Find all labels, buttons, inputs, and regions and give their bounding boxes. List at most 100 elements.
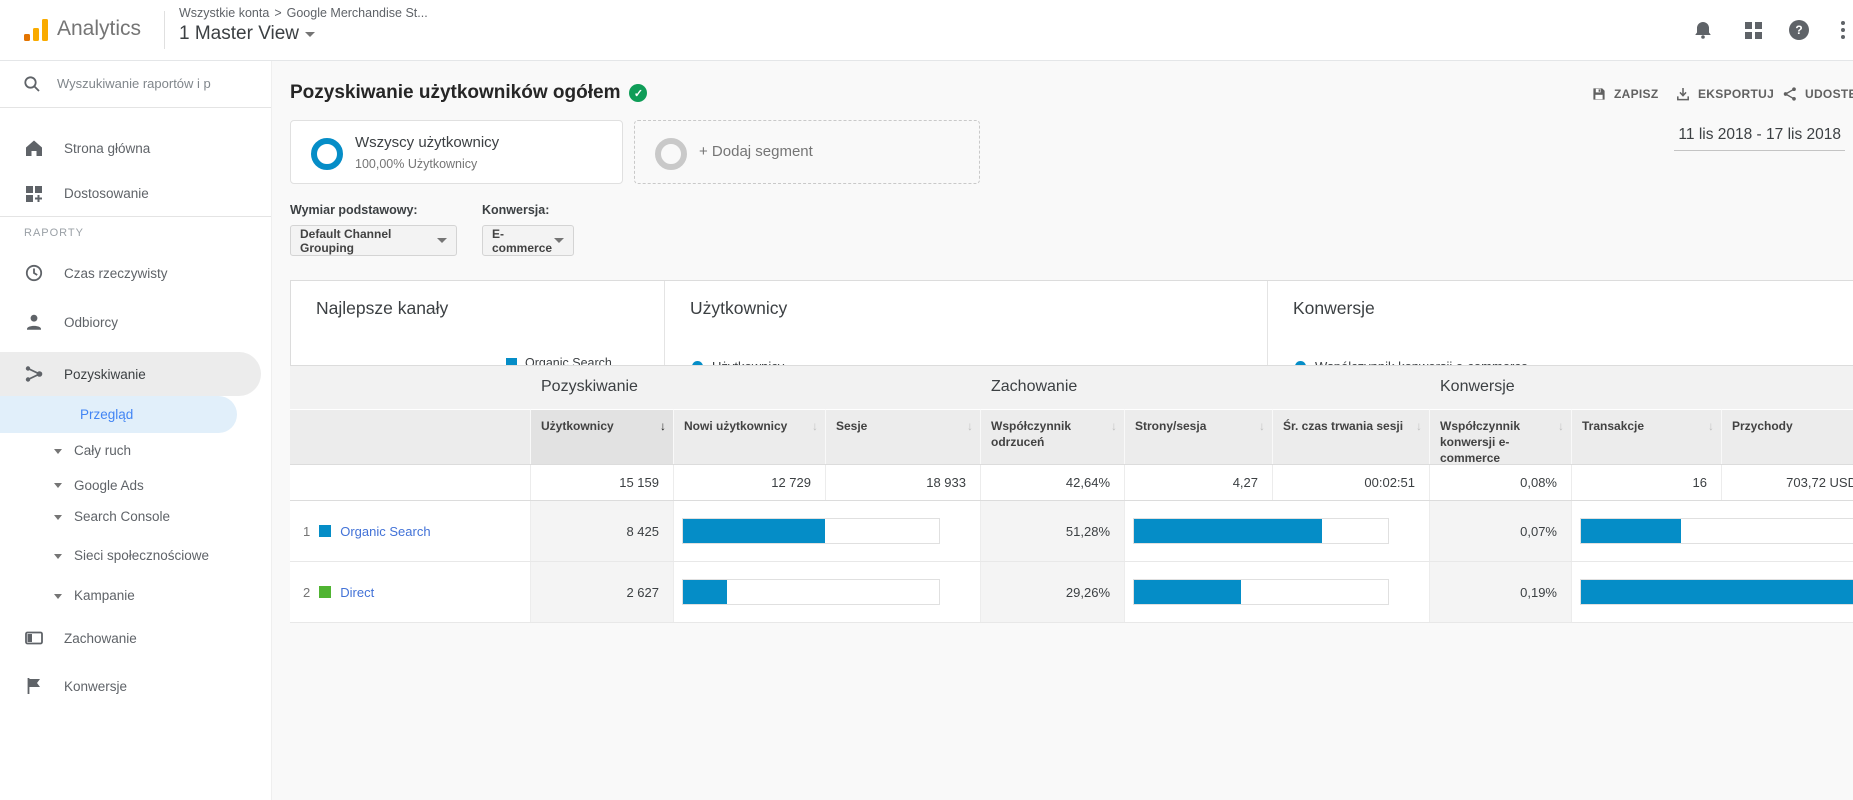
- sidebar-item-label: Sieci społecznościowe: [74, 548, 210, 564]
- column-header-revenue[interactable]: Przychody↓: [1722, 409, 1853, 464]
- sort-icon: ↓: [1708, 419, 1714, 433]
- behavior-bar: [1134, 580, 1241, 604]
- apps-grid-button[interactable]: [1740, 17, 1766, 43]
- row-rank: 1: [303, 523, 311, 539]
- conversion-rate-value: 0,07%: [1430, 501, 1572, 561]
- page-title: Pozyskiwanie użytkowników ogółem ✓: [290, 82, 648, 104]
- channel-link[interactable]: Organic Search: [340, 524, 430, 539]
- channel-column-header: [290, 409, 531, 464]
- sidebar-item-behavior[interactable]: Zachowanie: [0, 614, 271, 662]
- sidebar-section-reports: RAPORTY: [0, 216, 271, 249]
- column-header-new-users[interactable]: Nowi użytkownicy ↓: [674, 409, 826, 464]
- total-pages-session: 4,27: [1125, 465, 1273, 500]
- sidebar-item-label: Pozyskiwanie: [64, 366, 146, 382]
- add-segment-button[interactable]: + Dodaj segment: [634, 120, 980, 184]
- column-header-bounce-rate[interactable]: Współczynnik odrzuceń ↓: [981, 409, 1125, 464]
- save-button[interactable]: ZAPISZ: [1591, 86, 1658, 102]
- segment-all-users[interactable]: Wszyscy użytkownicy 100,00% Użytkownicy: [290, 120, 623, 184]
- sidebar-item-acquisition[interactable]: Pozyskiwanie: [0, 352, 261, 396]
- main-content: Pozyskiwanie użytkowników ogółem ✓ ZAPIS…: [271, 60, 1853, 800]
- acquisition-icon: [25, 366, 43, 382]
- channels-table: Pozyskiwanie Zachowanie Konwersje Użytko…: [290, 365, 1853, 623]
- sidebar-item-label: Konwersje: [64, 678, 128, 694]
- flag-icon: [27, 678, 40, 694]
- sidebar-item-all-traffic[interactable]: Cały ruch: [0, 433, 271, 469]
- triangle-down-icon: [54, 514, 62, 520]
- users-bar-cell: [674, 501, 981, 561]
- column-header-avg-duration[interactable]: Śr. czas trwania sesji ↓: [1273, 409, 1430, 464]
- sidebar-item-search-console[interactable]: Search Console: [0, 502, 271, 532]
- sidebar-item-audience[interactable]: Odbiorcy: [0, 297, 271, 347]
- column-header-sessions[interactable]: Sesje ↓: [826, 409, 981, 464]
- date-range-selector[interactable]: 11 lis 2018 - 17 lis 2018: [1674, 126, 1845, 151]
- share-label: UDOSTĘPNIJ: [1805, 87, 1853, 101]
- home-icon: [26, 140, 42, 156]
- table-totals-row: 15 159 12 729 18 933 42,64% 4,27 00:02:5…: [290, 464, 1853, 501]
- chevron-down-icon: [554, 238, 564, 243]
- sidebar-item-realtime[interactable]: Czas rzeczywisty: [0, 249, 271, 297]
- conversions-bar-cell: [1572, 562, 1853, 622]
- users-value: 2 627: [531, 562, 674, 622]
- conversion-select[interactable]: E-commerce: [482, 225, 574, 256]
- share-icon: [1783, 87, 1796, 101]
- pie-chart-title: Najlepsze kanały: [316, 298, 449, 318]
- group-behavior: Zachowanie: [991, 378, 1078, 395]
- total-revenue: 703,72 USD: [1722, 465, 1853, 500]
- column-header-transactions[interactable]: Transakcje ↓: [1572, 409, 1722, 464]
- breadcrumb-accounts[interactable]: Wszystkie konta: [179, 6, 269, 20]
- share-button[interactable]: UDOSTĘPNIJ: [1782, 86, 1853, 102]
- primary-dimension-select[interactable]: Default Channel Grouping: [290, 225, 457, 256]
- sort-icon: ↓: [1416, 419, 1422, 433]
- breadcrumb-property[interactable]: Google Merchandise St...: [287, 6, 428, 20]
- sidebar-item-home[interactable]: Strona główna: [0, 125, 271, 171]
- users-chart-title: Użytkownicy: [690, 298, 788, 318]
- sort-desc-icon: ↓: [660, 419, 666, 433]
- total-new-users: 12 729: [674, 465, 826, 500]
- sidebar-item-overview-active[interactable]: Przegląd: [0, 396, 237, 433]
- segment-subtitle: 100,00% Użytkownicy: [355, 157, 478, 171]
- sidebar: Wyszukiwanie raportów i p Strona główna …: [0, 60, 272, 800]
- sidebar-item-label: Cały ruch: [74, 443, 132, 459]
- header-divider: [164, 11, 165, 49]
- add-segment-label: + Dodaj segment: [699, 143, 813, 160]
- channel-link[interactable]: Direct: [340, 585, 374, 600]
- analytics-logo-icon: [24, 19, 48, 41]
- app-header: Analytics Wszystkie konta > Google Merch…: [0, 0, 1853, 61]
- sidebar-item-label: Strona główna: [64, 140, 151, 156]
- channel-cell: 2 Direct: [290, 562, 531, 622]
- export-button[interactable]: EKSPORTUJ: [1675, 86, 1774, 102]
- total-avg-duration: 00:02:51: [1273, 465, 1430, 500]
- notifications-button[interactable]: [1690, 17, 1716, 43]
- kebab-menu-icon: [1841, 21, 1845, 39]
- search-input[interactable]: Wyszukiwanie raportów i p: [0, 60, 271, 108]
- export-label: EKSPORTUJ: [1698, 87, 1775, 101]
- help-icon: ?: [1789, 20, 1809, 40]
- help-button[interactable]: ?: [1786, 17, 1812, 43]
- sidebar-item-customization[interactable]: Dostosowanie: [0, 171, 271, 216]
- sidebar-item-conversions[interactable]: Konwersje: [0, 662, 271, 710]
- sidebar-nav: Strona główna Dostosowanie RAPORTY Czas …: [0, 108, 271, 710]
- save-icon: [1593, 88, 1605, 100]
- view-selector[interactable]: 1 Master View: [179, 23, 428, 45]
- column-header-users[interactable]: Użytkownicy ↓: [531, 409, 674, 464]
- bounce-rate-value: 51,28%: [981, 501, 1125, 561]
- breadcrumb: Wszystkie konta > Google Merchandise St.…: [179, 6, 428, 45]
- clock-icon: [25, 264, 43, 282]
- sidebar-item-google-ads[interactable]: Google Ads: [0, 469, 271, 502]
- column-header-conversion-rate[interactable]: Współczynnik konwersji e-commerce ↓: [1430, 409, 1572, 465]
- triangle-down-icon: [54, 553, 62, 559]
- total-transactions: 16: [1572, 465, 1722, 500]
- sidebar-item-campaigns[interactable]: Kampanie: [0, 580, 271, 612]
- triangle-down-icon: [54, 593, 62, 599]
- sidebar-item-label: Dostosowanie: [64, 186, 149, 201]
- sidebar-item-label: Search Console: [74, 509, 171, 525]
- total-users: 15 159: [531, 465, 674, 500]
- table-row: 2 Direct 2 627 29,26% 0,19%: [290, 562, 1853, 623]
- column-header-pages-session[interactable]: Strony/sesja ↓: [1125, 409, 1273, 464]
- conversions-bar: [1581, 580, 1853, 604]
- sort-icon: ↓: [1111, 419, 1117, 433]
- overflow-menu-button[interactable]: [1830, 17, 1853, 43]
- channel-swatch: [319, 586, 332, 598]
- sidebar-item-social[interactable]: Sieci społecznościowe: [0, 532, 271, 580]
- total-bounce-rate: 42,64%: [981, 465, 1125, 500]
